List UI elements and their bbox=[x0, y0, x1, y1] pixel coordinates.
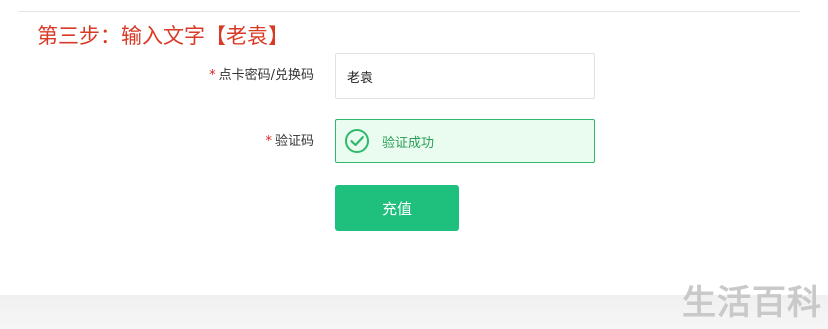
code-input[interactable] bbox=[335, 53, 595, 99]
code-label: * 点卡密码/兑换码 bbox=[209, 67, 314, 85]
step-title: 第三步：输入文字【老袁】 bbox=[37, 24, 289, 48]
captcha-verify-box[interactable]: 验证成功 bbox=[335, 119, 595, 163]
required-mark: * bbox=[209, 68, 216, 83]
top-divider bbox=[18, 11, 800, 12]
verify-status: 验证成功 bbox=[382, 135, 435, 151]
required-mark: * bbox=[265, 134, 272, 149]
verify-label-text: 验证码 bbox=[274, 134, 314, 149]
recharge-button[interactable]: 充值 bbox=[335, 185, 459, 231]
check-circle-icon bbox=[344, 128, 370, 154]
code-label-text: 点卡密码/兑换码 bbox=[218, 68, 314, 83]
watermark: 生活百科 bbox=[682, 283, 822, 323]
verify-label: * 验证码 bbox=[265, 133, 314, 151]
